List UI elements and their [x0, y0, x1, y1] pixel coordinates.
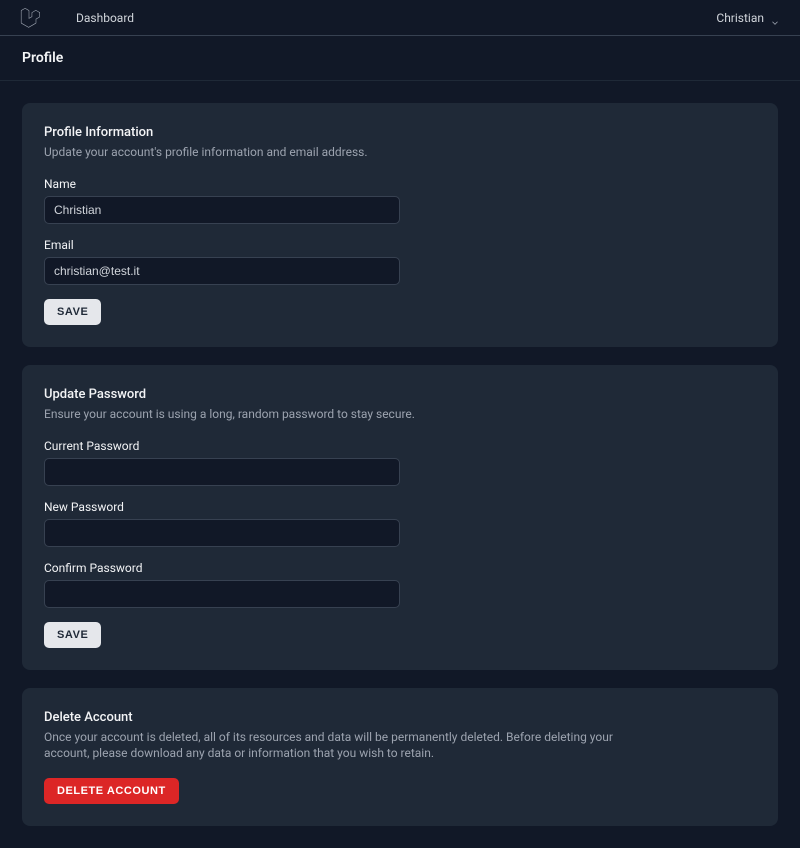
- email-label: Email: [44, 238, 756, 252]
- field-email: Email: [44, 238, 756, 285]
- profile-info-card: Profile Information Update your account'…: [22, 103, 778, 347]
- card-description: Once your account is deleted, all of its…: [44, 729, 644, 763]
- new-password-input[interactable]: [44, 519, 400, 547]
- field-confirm-password: Confirm Password: [44, 561, 756, 608]
- delete-account-card: Delete Account Once your account is dele…: [22, 688, 778, 827]
- content: Profile Information Update your account'…: [0, 81, 800, 848]
- user-menu[interactable]: Christian: [716, 11, 780, 25]
- update-password-card: Update Password Ensure your account is u…: [22, 365, 778, 670]
- user-name: Christian: [716, 11, 764, 25]
- current-password-label: Current Password: [44, 439, 756, 453]
- field-new-password: New Password: [44, 500, 756, 547]
- page-header: Profile: [0, 36, 800, 81]
- nav-left: Dashboard: [20, 8, 134, 28]
- card-title: Delete Account: [44, 710, 756, 725]
- confirm-password-input[interactable]: [44, 580, 400, 608]
- card-title: Update Password: [44, 387, 756, 402]
- field-name: Name: [44, 177, 756, 224]
- card-description: Ensure your account is using a long, ran…: [44, 406, 644, 423]
- confirm-password-label: Confirm Password: [44, 561, 756, 575]
- top-navbar: Dashboard Christian: [0, 0, 800, 36]
- save-profile-button[interactable]: Save: [44, 299, 101, 325]
- laravel-logo-icon: [20, 8, 40, 28]
- save-password-button[interactable]: Save: [44, 622, 101, 648]
- name-label: Name: [44, 177, 756, 191]
- delete-account-button[interactable]: Delete Account: [44, 778, 179, 804]
- chevron-down-icon: [770, 13, 780, 23]
- field-current-password: Current Password: [44, 439, 756, 486]
- nav-link-dashboard[interactable]: Dashboard: [76, 11, 134, 25]
- name-input[interactable]: [44, 196, 400, 224]
- card-description: Update your account's profile informatio…: [44, 144, 644, 161]
- current-password-input[interactable]: [44, 458, 400, 486]
- new-password-label: New Password: [44, 500, 756, 514]
- email-input[interactable]: [44, 257, 400, 285]
- page-title: Profile: [22, 50, 778, 66]
- card-title: Profile Information: [44, 125, 756, 140]
